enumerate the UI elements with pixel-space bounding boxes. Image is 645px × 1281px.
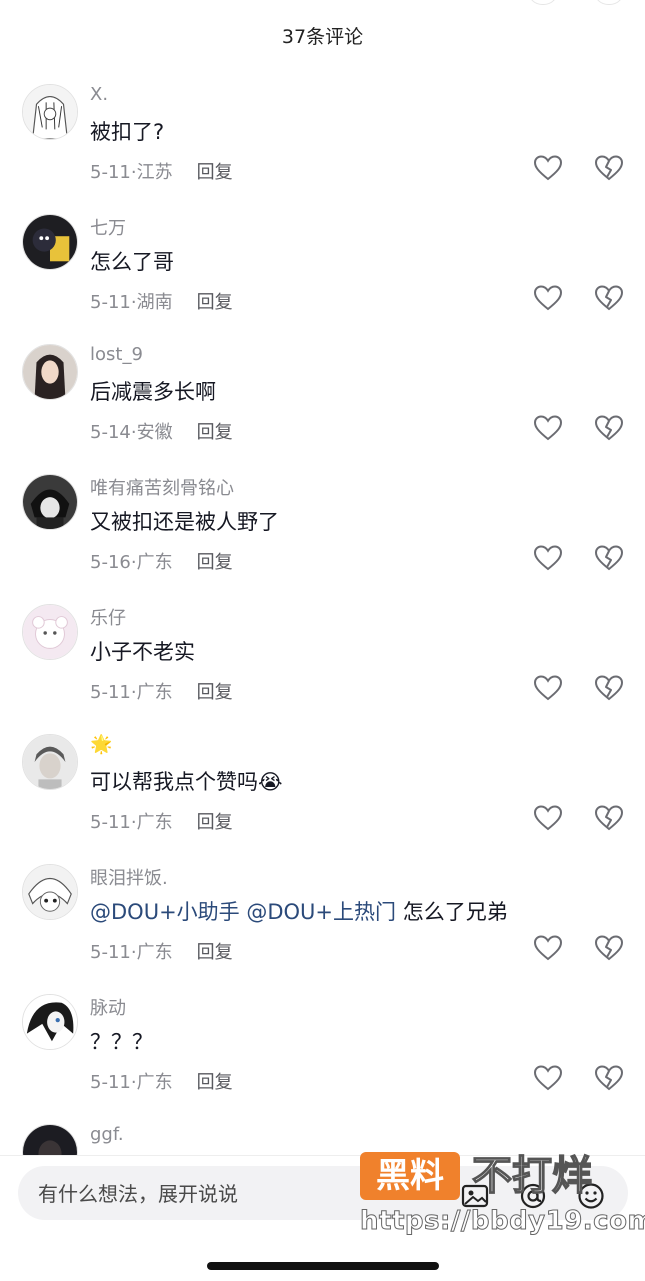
at-icon[interactable] — [518, 1181, 548, 1211]
like-heart-icon[interactable] — [534, 415, 562, 441]
comment-text: 怎么了哥 — [90, 250, 174, 274]
comment-meta: 5-16·广东 回复 — [90, 552, 233, 573]
comment-location: 江苏 — [136, 162, 173, 183]
comment-date: 5-14 — [90, 422, 131, 443]
comment-date: 5-11 — [90, 682, 131, 703]
comment-date: 5-11 — [90, 942, 131, 963]
comment-location: 广东 — [136, 552, 173, 573]
comment-location: 广东 — [136, 812, 173, 833]
avatar[interactable] — [22, 344, 78, 400]
comment-meta: 5-11·广东 回复 — [90, 812, 233, 833]
comment-input[interactable] — [36, 1166, 420, 1222]
reply-button[interactable]: 回复 — [197, 1072, 233, 1093]
comment-location: 广东 — [136, 682, 173, 703]
avatar[interactable] — [22, 214, 78, 270]
comment-location: 湖南 — [136, 292, 173, 313]
comment-date: 5-11 — [90, 812, 131, 833]
avatar[interactable] — [22, 474, 78, 530]
comment-username[interactable]: X. — [90, 84, 108, 105]
dislike-broken-heart-icon[interactable] — [595, 155, 623, 181]
comment-list[interactable]: X. 被扣了? 5-11·江苏 回复 七万 怎么了哥 5-11·湖南 回复 lost… — [0, 70, 645, 1155]
reply-button[interactable]: 回复 — [197, 552, 233, 573]
comment-text: 小子不老实 — [90, 640, 195, 664]
avatar[interactable] — [22, 994, 78, 1050]
dislike-broken-heart-icon[interactable] — [595, 545, 623, 571]
dislike-broken-heart-icon[interactable] — [595, 935, 623, 961]
reply-button[interactable]: 回复 — [197, 942, 233, 963]
comment-location: 安徽 — [136, 422, 173, 443]
comment-date: 5-11 — [90, 162, 131, 183]
comment-date: 5-11 — [90, 1072, 131, 1093]
avatar[interactable] — [22, 734, 78, 790]
avatar[interactable] — [22, 84, 78, 140]
comment-meta: 5-11·江苏 回复 — [90, 162, 233, 183]
comment-item: 眼泪拌饭. @DOU+小助手 @DOU+上热门 怎么了兄弟 5-11·广东 回复 — [0, 850, 645, 980]
comment-item: 🌟 可以帮我点个赞吗😭 5-11·广东 回复 — [0, 720, 645, 850]
comment-username[interactable]: lost_9 — [90, 344, 143, 365]
dislike-broken-heart-icon[interactable] — [595, 1065, 623, 1091]
dislike-broken-heart-icon[interactable] — [595, 675, 623, 701]
reply-button[interactable]: 回复 — [197, 812, 233, 833]
comment-text: ？？？ — [90, 1030, 153, 1054]
comment-location: 广东 — [136, 1072, 173, 1093]
reply-button[interactable]: 回复 — [197, 422, 233, 443]
comment-username[interactable]: 脉动 — [90, 994, 126, 1020]
comment-item: 唯有痛苦刻骨铭心 又被扣还是被人野了 5-16·广东 回复 — [0, 460, 645, 590]
comment-date: 5-16 — [90, 552, 131, 573]
comment-item: 脉动 ？？？ 5-11·广东 回复 — [0, 980, 645, 1110]
reply-button[interactable]: 回复 — [197, 682, 233, 703]
dislike-broken-heart-icon[interactable] — [595, 805, 623, 831]
comment-text: 被扣了? — [90, 120, 165, 144]
comment-username[interactable]: 七万 — [90, 214, 126, 240]
comment-item: 七万 怎么了哥 5-11·湖南 回复 — [0, 200, 645, 330]
comment-date: 5-11 — [90, 292, 131, 313]
like-heart-icon[interactable] — [534, 805, 562, 831]
like-heart-icon[interactable] — [534, 675, 562, 701]
like-heart-icon[interactable] — [534, 285, 562, 311]
home-indicator[interactable] — [207, 1262, 439, 1270]
like-heart-icon[interactable] — [534, 545, 562, 571]
avatar[interactable] — [22, 1124, 78, 1155]
comment-text: 可以帮我点个赞吗😭 — [90, 770, 283, 794]
comment-meta: 5-14·安徽 回复 — [90, 422, 233, 443]
comment-count-title: 37条评论 — [281, 26, 364, 48]
mention-link[interactable]: @DOU+上热门 — [246, 900, 396, 924]
top-button-edge[interactable] — [528, 0, 558, 5]
like-heart-icon[interactable] — [534, 1065, 562, 1091]
mention-link[interactable]: @DOU+小助手 — [90, 900, 240, 924]
like-heart-icon[interactable] — [534, 155, 562, 181]
comment-item: 乐仔 小子不老实 5-11·广东 回复 — [0, 590, 645, 720]
comment-username[interactable]: ggf. — [90, 1124, 124, 1145]
comment-username[interactable]: 🌟 — [90, 734, 112, 755]
comment-item: lost_9 后减震多长啊 5-14·安徽 回复 — [0, 330, 645, 460]
comment-meta: 5-11·广东 回复 — [90, 1072, 233, 1093]
image-icon[interactable] — [460, 1181, 490, 1211]
emoji-icon[interactable] — [576, 1181, 606, 1211]
reply-button[interactable]: 回复 — [197, 162, 233, 183]
like-heart-icon[interactable] — [534, 935, 562, 961]
comment-text: 后减震多长啊 — [90, 380, 216, 404]
comment-item: X. 被扣了? 5-11·江苏 回复 — [0, 70, 645, 200]
comment-meta: 5-11·湖南 回复 — [90, 292, 233, 313]
comment-username[interactable]: 唯有痛苦刻骨铭心 — [90, 474, 234, 500]
comment-item: ggf. — [0, 1110, 645, 1155]
comment-username[interactable]: 眼泪拌饭. — [90, 864, 168, 890]
avatar[interactable] — [22, 864, 78, 920]
avatar[interactable] — [22, 604, 78, 660]
dislike-broken-heart-icon[interactable] — [595, 285, 623, 311]
comment-username[interactable]: 乐仔 — [90, 604, 126, 630]
comment-meta: 5-11·广东 回复 — [90, 942, 233, 963]
comment-text: 又被扣还是被人野了 — [90, 510, 279, 534]
comment-input-bar — [0, 1155, 645, 1281]
comment-text-body: 怎么了兄弟 — [402, 900, 508, 924]
comment-text: @DOU+小助手 @DOU+上热门 怎么了兄弟 — [90, 896, 508, 926]
comment-meta: 5-11·广东 回复 — [90, 682, 233, 703]
reply-button[interactable]: 回复 — [197, 292, 233, 313]
comments-header: 37条评论 — [0, 0, 645, 70]
top-button-edge[interactable] — [594, 0, 624, 5]
comment-location: 广东 — [136, 942, 173, 963]
comment-input-container[interactable] — [18, 1166, 628, 1222]
dislike-broken-heart-icon[interactable] — [595, 415, 623, 441]
